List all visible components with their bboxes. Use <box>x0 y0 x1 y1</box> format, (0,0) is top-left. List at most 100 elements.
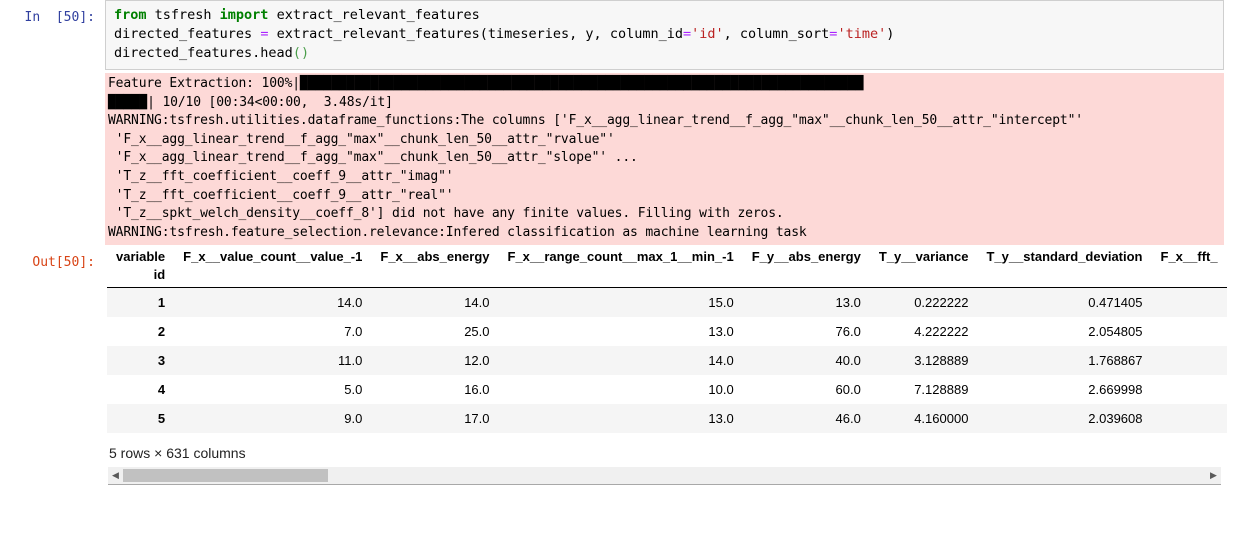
cell-0-1: 14.0 <box>464 295 490 311</box>
index-name-spacer-3 <box>742 266 870 289</box>
code-string-time: 'time' <box>837 26 887 42</box>
cell-4-4: 4.160000 <box>914 411 969 427</box>
scroll-right-arrow-icon[interactable]: ▶ <box>1206 468 1221 483</box>
scroll-left-arrow-icon[interactable]: ◀ <box>108 468 123 483</box>
stderr-output-row: Feature Extraction: 100%|███████████████… <box>0 70 1240 246</box>
column-header-5: T_y__standard_deviation <box>986 249 1143 265</box>
progress-bar-fill-line2: █████ <box>108 94 148 110</box>
cell-2-6 <box>1152 346 1227 375</box>
column-header-1: F_x__abs_energy <box>380 249 490 265</box>
notebook-cell-container: In [50]: from tsfresh import extract_rel… <box>0 0 1240 560</box>
progress-bar-fill-line1: ████████████████████████████████████████… <box>299 76 864 91</box>
scrollbar-track[interactable] <box>123 468 1206 483</box>
cell-1-4: 4.222222 <box>914 324 969 340</box>
row-index-0: 1 <box>157 295 166 311</box>
progress-bar-label: Feature Extraction: 100%| <box>108 76 300 91</box>
index-axis-name: id <box>107 266 175 289</box>
table-row: 2 7.0 25.0 13.0 76.0 4.222222 2.054805 <box>107 317 1227 347</box>
cell-3-1: 16.0 <box>464 382 490 398</box>
dataframe-table: variable F_x__value_count__value_-1 F_x_… <box>107 245 1227 434</box>
code-module-tsfresh: tsfresh <box>146 7 220 23</box>
cell-2-5: 1.768867 <box>1088 353 1143 369</box>
cell-4-2: 13.0 <box>708 411 734 427</box>
index-name-spacer-1 <box>371 266 499 289</box>
index-name-spacer-0 <box>174 266 372 289</box>
warning-line-4: 'T_z__fft_coefficient__coeff_9__attr_"im… <box>108 168 454 184</box>
code-line3-parens: () <box>292 45 310 61</box>
cell-3-3: 60.0 <box>835 382 861 398</box>
dataframe-output-area: variable F_x__value_count__value_-1 F_x_… <box>105 245 1227 486</box>
cell-4-1: 17.0 <box>464 411 490 427</box>
column-header-4: T_y__variance <box>878 249 969 265</box>
cell-3-5: 2.669998 <box>1088 382 1143 398</box>
table-row: 1 14.0 14.0 15.0 13.0 0.222222 0.471405 <box>107 287 1227 318</box>
index-name-spacer-5 <box>977 266 1152 289</box>
code-line2-arg-sep: , column_sort <box>723 26 830 42</box>
cell-2-1: 12.0 <box>464 353 490 369</box>
dataframe-output-row: Out[50]: variable F_x__value_count__valu… <box>0 245 1240 486</box>
cell-1-3: 76.0 <box>835 324 861 340</box>
cell-1-2: 13.0 <box>708 324 734 340</box>
row-index-2: 3 <box>157 353 166 369</box>
table-row: 3 11.0 12.0 14.0 40.0 3.128889 1.768867 <box>107 346 1227 376</box>
index-name-spacer-2 <box>498 266 743 289</box>
code-line2-assign-target: directed_features <box>114 26 261 42</box>
dataframe-header-row: variable F_x__value_count__value_-1 F_x_… <box>107 245 1227 266</box>
column-header-3: F_y__abs_energy <box>751 249 861 265</box>
cell-4-6 <box>1152 404 1227 433</box>
cell-0-5: 0.471405 <box>1088 295 1143 311</box>
cell-1-1: 25.0 <box>464 324 490 340</box>
cell-3-0: 5.0 <box>344 382 363 398</box>
warning-line-2: 'F_x__agg_linear_trend__f_agg_"max"__chu… <box>108 131 615 147</box>
code-imported-name: extract_relevant_features <box>268 7 480 23</box>
cell-0-6 <box>1152 288 1227 318</box>
warning-line-3: 'F_x__agg_linear_trend__f_agg_"max"__chu… <box>108 150 638 166</box>
input-cell-row: In [50]: from tsfresh import extract_rel… <box>0 0 1240 70</box>
stderr-output-area: Feature Extraction: 100%|███████████████… <box>105 73 1224 246</box>
code-source[interactable]: from tsfresh import extract_relevant_fea… <box>114 6 1217 63</box>
row-index-1: 2 <box>157 324 166 340</box>
warning-line-6: 'T_z__spkt_welch_density__coeff_8'] did … <box>108 206 784 222</box>
cell-2-3: 40.0 <box>835 353 861 369</box>
cell-0-0: 14.0 <box>337 295 363 311</box>
cell-0-2: 15.0 <box>708 295 734 311</box>
table-row: 5 9.0 17.0 13.0 46.0 4.160000 2.039608 <box>107 404 1227 434</box>
code-keyword-from: from <box>114 7 147 23</box>
code-string-id: 'id' <box>691 26 724 42</box>
code-line3-method: directed_features.head <box>114 45 293 61</box>
dataframe-head: variable F_x__value_count__value_-1 F_x_… <box>107 245 1227 289</box>
column-header-2: F_x__range_count__max_1__min_-1 <box>507 249 734 265</box>
code-keyword-import: import <box>219 7 269 23</box>
output-prompt-label: Out[50]: <box>32 255 95 271</box>
index-name-spacer-6 <box>1151 266 1227 289</box>
warning-line-7: WARNING:tsfresh.feature_selection.releva… <box>108 224 807 240</box>
warning-line-5: 'T_z__fft_coefficient__coeff_9__attr_"re… <box>108 187 454 203</box>
column-header-6: F_x__fft_ <box>1160 249 1218 265</box>
cell-3-2: 10.0 <box>708 382 734 398</box>
horizontal-scrollbar[interactable]: ◀ ▶ <box>108 467 1221 486</box>
cell-1-0: 7.0 <box>344 324 363 340</box>
cell-2-0: 11.0 <box>338 353 363 369</box>
cell-3-4: 7.128889 <box>914 382 969 398</box>
row-index-4: 5 <box>157 411 166 427</box>
progress-bar-stats: | 10/10 [00:34<00:00, 3.48s/it] <box>147 94 393 110</box>
cell-1-6 <box>1152 317 1227 346</box>
table-row: 4 5.0 16.0 10.0 60.0 7.128889 2.669998 <box>107 375 1227 405</box>
dataframe-index-name-row: id <box>107 266 1227 289</box>
dataframe-shape-label: 5 rows × 631 columns <box>109 445 246 462</box>
scrollbar-thumb[interactable] <box>123 469 328 483</box>
code-line2-close-paren: ) <box>886 26 895 42</box>
code-operator-equals-2: = <box>682 26 692 42</box>
cell-4-5: 2.039608 <box>1088 411 1143 427</box>
cell-4-3: 46.0 <box>835 411 861 427</box>
code-input-area[interactable]: from tsfresh import extract_relevant_fea… <box>105 0 1224 70</box>
cell-2-2: 14.0 <box>708 353 734 369</box>
dataframe-body: 1 14.0 14.0 15.0 13.0 0.222222 0.471405 … <box>107 287 1227 434</box>
row-index-3: 4 <box>157 382 166 398</box>
column-header-0: F_x__value_count__value_-1 <box>183 249 363 265</box>
cell-2-4: 3.128889 <box>914 353 969 369</box>
index-name-spacer-4 <box>869 266 978 289</box>
code-line2-call: extract_relevant_features(timeseries, y,… <box>268 26 683 42</box>
progress-bar-line: Feature Extraction: 100%|███████████████… <box>108 75 1220 112</box>
warning-line-1: WARNING:tsfresh.utilities.dataframe_func… <box>108 113 1083 129</box>
